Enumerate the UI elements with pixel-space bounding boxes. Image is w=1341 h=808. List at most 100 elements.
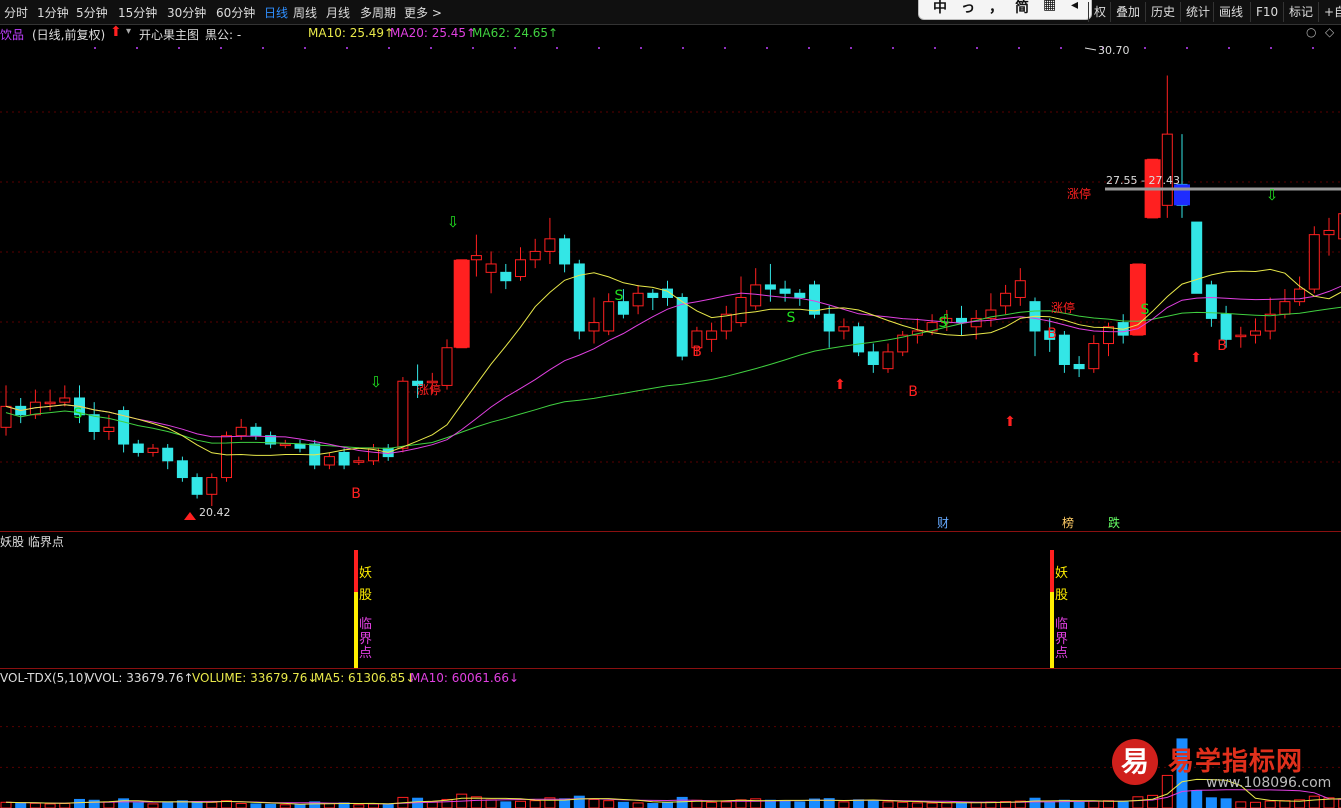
candle[interactable] bbox=[368, 444, 379, 465]
candle[interactable] bbox=[500, 263, 512, 290]
candle[interactable] bbox=[1294, 276, 1306, 306]
candle[interactable] bbox=[44, 389, 56, 411]
period-tab-3[interactable]: 15分钟 bbox=[118, 4, 157, 21]
period-tab-0[interactable]: 分时 bbox=[4, 4, 28, 21]
candle[interactable] bbox=[720, 305, 732, 340]
tool-3[interactable]: 统计 bbox=[1180, 2, 1215, 22]
period-tab-5[interactable]: 60分钟 bbox=[216, 4, 255, 21]
candle[interactable] bbox=[1073, 356, 1085, 378]
diamond-icon[interactable]: ◇ bbox=[1325, 25, 1334, 39]
candle[interactable] bbox=[279, 439, 291, 449]
tool-7[interactable]: +自 bbox=[1318, 2, 1341, 22]
candle[interactable] bbox=[353, 456, 365, 465]
candle[interactable] bbox=[1058, 330, 1070, 373]
settings-circle-icon[interactable]: ○ bbox=[1306, 25, 1316, 39]
indicator-name[interactable]: 开心果主图 bbox=[139, 26, 199, 43]
candle[interactable] bbox=[1308, 226, 1320, 294]
tool-1[interactable]: 叠加 bbox=[1110, 2, 1145, 22]
candle[interactable] bbox=[470, 234, 482, 277]
tool-6[interactable]: 标记 bbox=[1283, 2, 1318, 22]
candle[interactable] bbox=[250, 423, 262, 440]
candle[interactable] bbox=[1014, 268, 1026, 306]
period-tab-7[interactable]: 周线 bbox=[293, 4, 317, 21]
candle[interactable] bbox=[1000, 284, 1012, 315]
candle[interactable] bbox=[794, 289, 806, 306]
indicator-arrow-icon[interactable]: ⬆ bbox=[110, 24, 122, 40]
marker-dot bbox=[640, 47, 642, 49]
period-tab-4[interactable]: 30分钟 bbox=[167, 4, 206, 21]
signal-panel[interactable]: 妖股临界点 妖股临界点 bbox=[0, 533, 1341, 668]
candle[interactable] bbox=[1235, 326, 1247, 348]
candle[interactable] bbox=[1191, 221, 1203, 294]
candle[interactable] bbox=[853, 322, 865, 357]
candle-body bbox=[338, 451, 350, 466]
candle[interactable] bbox=[1088, 335, 1100, 373]
candle[interactable] bbox=[176, 456, 188, 482]
tool-4[interactable]: 画线 bbox=[1213, 2, 1248, 22]
candle[interactable] bbox=[397, 377, 409, 453]
period-tab-9[interactable]: 多周期 bbox=[360, 4, 396, 21]
candle[interactable] bbox=[706, 322, 718, 352]
candle[interactable] bbox=[294, 439, 306, 453]
candle[interactable] bbox=[162, 444, 174, 470]
period-tab-2[interactable]: 5分钟 bbox=[76, 4, 108, 21]
candle[interactable] bbox=[338, 448, 350, 470]
candle[interactable] bbox=[88, 402, 100, 440]
candle[interactable] bbox=[588, 297, 600, 344]
stock-name[interactable]: 饮品 bbox=[0, 26, 24, 43]
watermark-url: www.108096.com bbox=[1206, 775, 1332, 791]
candle[interactable] bbox=[985, 293, 997, 327]
candle[interactable] bbox=[221, 431, 232, 482]
candle-body bbox=[706, 330, 718, 340]
vol-name[interactable]: VOL-TDX(5,10) bbox=[0, 671, 88, 685]
period-tab-10[interactable]: 更多 > bbox=[404, 4, 442, 21]
candle[interactable] bbox=[823, 305, 835, 348]
candle[interactable] bbox=[1161, 75, 1173, 218]
volume-bar bbox=[617, 801, 629, 808]
candle[interactable] bbox=[206, 473, 218, 507]
candle[interactable] bbox=[956, 305, 967, 336]
candle-body bbox=[323, 456, 335, 466]
candle[interactable] bbox=[529, 238, 541, 269]
period-tab-1[interactable]: 1分钟 bbox=[37, 4, 69, 21]
candle[interactable] bbox=[265, 431, 277, 449]
candle[interactable] bbox=[573, 259, 585, 340]
candle[interactable] bbox=[59, 385, 71, 407]
candle[interactable] bbox=[897, 330, 909, 357]
sell-signal: S bbox=[787, 310, 796, 326]
candle[interactable] bbox=[632, 284, 644, 315]
candle[interactable] bbox=[1323, 217, 1335, 256]
candle[interactable] bbox=[735, 276, 747, 327]
candle[interactable] bbox=[485, 251, 497, 294]
candle[interactable] bbox=[809, 280, 820, 319]
price-chart[interactable]: 27.55 - 27.4330.7020.42涨停涨停涨停BBBBBSSS SS⇩… bbox=[0, 42, 1341, 532]
candle[interactable] bbox=[1264, 297, 1276, 340]
candle[interactable] bbox=[0, 385, 12, 436]
indicator-dropdown-icon[interactable]: ▾ bbox=[126, 26, 131, 37]
candle[interactable] bbox=[750, 268, 762, 311]
candle[interactable] bbox=[1250, 318, 1261, 344]
ime-overlay[interactable]: 中 っ ， 简 ▦ ◂ bbox=[918, 0, 1092, 20]
candle[interactable] bbox=[191, 473, 203, 499]
chart-mode[interactable]: (日线,前复权) bbox=[32, 26, 105, 43]
tool-2[interactable]: 历史 bbox=[1145, 2, 1180, 22]
candle[interactable] bbox=[132, 439, 144, 457]
candle[interactable] bbox=[882, 343, 894, 373]
candle[interactable] bbox=[118, 406, 130, 453]
candle[interactable] bbox=[544, 217, 556, 264]
period-tab-6[interactable]: 日线 bbox=[264, 4, 288, 21]
marker-dot bbox=[682, 47, 684, 49]
candle[interactable] bbox=[647, 289, 659, 311]
candle[interactable] bbox=[559, 234, 571, 273]
candle[interactable] bbox=[323, 452, 335, 470]
tool-5[interactable]: F10 bbox=[1250, 2, 1283, 22]
candle[interactable] bbox=[147, 444, 159, 457]
period-tab-8[interactable]: 月线 bbox=[326, 4, 350, 21]
candle[interactable] bbox=[441, 339, 453, 390]
candle[interactable] bbox=[603, 293, 615, 336]
candle[interactable] bbox=[1205, 280, 1217, 327]
candle[interactable] bbox=[779, 280, 791, 302]
candle[interactable] bbox=[1029, 297, 1041, 357]
candle[interactable] bbox=[867, 343, 879, 373]
tool-0[interactable]: 权 bbox=[1088, 2, 1111, 22]
